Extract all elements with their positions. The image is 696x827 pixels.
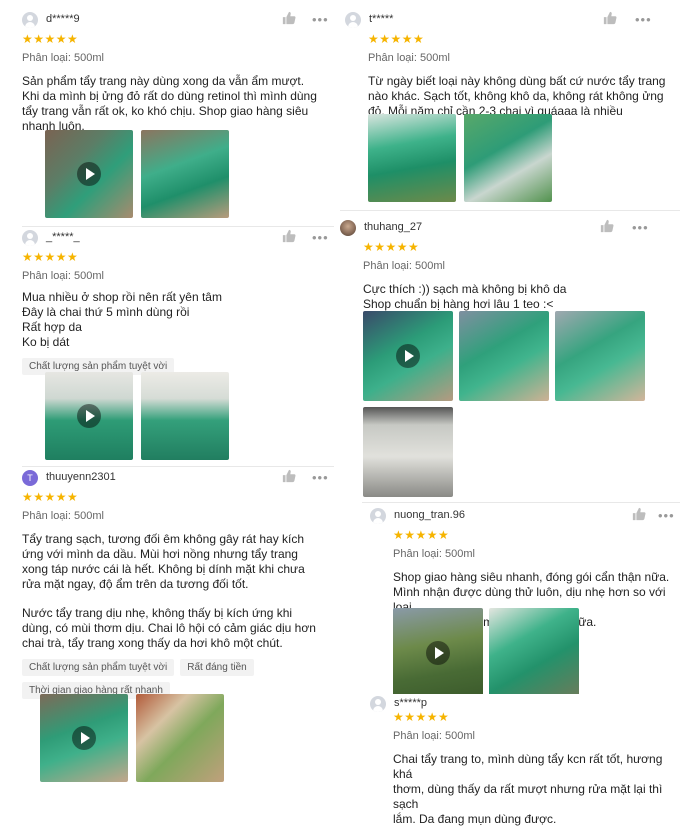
divider (340, 210, 680, 211)
review-video-thumbnail[interactable] (45, 130, 133, 218)
review-header: d*****9 ••• (22, 10, 334, 30)
review-text: Sản phẩm tẩy trang này dùng xong da vẫn … (22, 74, 317, 133)
review-photo[interactable] (555, 311, 645, 401)
review-header: T thuuyenn2301 ••• (22, 468, 334, 488)
play-icon[interactable] (72, 726, 96, 750)
review-card: s*****p ★★★★★ Phân loại: 500ml Chai tẩy … (370, 694, 680, 827)
avatar[interactable] (370, 696, 386, 712)
avatar[interactable] (370, 508, 386, 524)
review-photo[interactable] (363, 407, 453, 497)
review-card: _*****_ ••• ★★★★★ Phân loại: 500ml Mua n… (22, 228, 334, 375)
review-header: thuhang_27 ••• (340, 218, 680, 238)
review-video-thumbnail[interactable] (40, 694, 128, 782)
more-options-icon[interactable]: ••• (312, 470, 329, 485)
review-card: thuhang_27 ••• ★★★★★ Phân loại: 500ml Cự… (340, 218, 680, 312)
review-photo[interactable] (489, 608, 579, 698)
username[interactable]: s*****p (394, 697, 427, 709)
thumb-up-icon[interactable] (603, 11, 617, 25)
variant-label: Phân loại: 500ml (363, 260, 445, 272)
username[interactable]: d*****9 (46, 13, 80, 25)
review-header: t***** ••• (345, 10, 675, 30)
review-video-thumbnail[interactable] (393, 608, 483, 698)
review-card: t***** ••• ★★★★★ Phân loại: 500ml Từ ngà… (345, 10, 675, 119)
play-icon[interactable] (77, 162, 101, 186)
review-text-secondary: Nước tẩy trang dịu nhẹ, không thấy bị kí… (22, 606, 316, 650)
username[interactable]: thuuyenn2301 (46, 471, 116, 483)
play-icon[interactable] (426, 641, 450, 665)
thumb-up-icon[interactable] (282, 229, 296, 243)
review-text: Chai tẩy trang to, mình dùng tẩy kcn rất… (393, 752, 663, 826)
review-tag: Rất đáng tiền (180, 659, 254, 676)
star-rating: ★★★★★ (22, 32, 79, 46)
review-photo[interactable] (136, 694, 224, 782)
username[interactable]: t***** (369, 13, 393, 25)
review-header: nuong_tran.96 ••• (370, 506, 680, 526)
username[interactable]: thuhang_27 (364, 221, 422, 233)
divider (22, 466, 334, 467)
review-photo[interactable] (368, 114, 456, 202)
review-text: Tẩy trang sạch, tương đối êm không gây r… (22, 532, 305, 591)
username[interactable]: _*****_ (46, 231, 80, 243)
variant-label: Phân loại: 500ml (393, 548, 475, 560)
more-options-icon[interactable]: ••• (312, 230, 329, 245)
thumb-up-icon[interactable] (632, 507, 646, 521)
review-card: T thuuyenn2301 ••• ★★★★★ Phân loại: 500m… (22, 468, 334, 699)
divider (362, 502, 680, 503)
avatar[interactable] (340, 220, 356, 236)
variant-label: Phân loại: 500ml (368, 52, 450, 64)
star-rating: ★★★★★ (22, 490, 79, 504)
play-icon[interactable] (396, 344, 420, 368)
thumb-up-icon[interactable] (600, 219, 614, 233)
review-card: d*****9 ••• ★★★★★ Phân loại: 500ml Sản p… (22, 10, 334, 134)
play-icon[interactable] (77, 404, 101, 428)
thumb-up-icon[interactable] (282, 11, 296, 25)
username[interactable]: nuong_tran.96 (394, 509, 465, 521)
more-options-icon[interactable]: ••• (658, 508, 675, 523)
review-text: Từ ngày biết loại này không dùng bất cứ … (368, 74, 666, 118)
avatar[interactable] (22, 12, 38, 28)
review-text: Mua nhiều ở shop rồi nên rất yên tâm Đây… (22, 290, 222, 349)
star-rating: ★★★★★ (393, 528, 450, 542)
review-photo[interactable] (141, 372, 229, 460)
review-photo[interactable] (464, 114, 552, 202)
avatar[interactable] (345, 12, 361, 28)
variant-label: Phân loại: 500ml (22, 52, 104, 64)
star-rating: ★★★★★ (363, 240, 420, 254)
review-header: s*****p (370, 694, 680, 714)
variant-label: Phân loại: 500ml (393, 730, 475, 742)
star-rating: ★★★★★ (22, 250, 79, 264)
review-video-thumbnail[interactable] (45, 372, 133, 460)
review-photo[interactable] (459, 311, 549, 401)
avatar[interactable]: T (22, 470, 38, 486)
review-video-thumbnail[interactable] (363, 311, 453, 401)
avatar[interactable] (22, 230, 38, 246)
variant-label: Phân loại: 500ml (22, 510, 104, 522)
review-tags: Chất lượng sản phẩm tuyệt vời Rất đáng t… (22, 659, 282, 699)
more-options-icon[interactable]: ••• (312, 12, 329, 27)
more-options-icon[interactable]: ••• (632, 220, 649, 235)
star-rating: ★★★★★ (368, 32, 425, 46)
review-header: _*****_ ••• (22, 228, 334, 248)
review-tag: Chất lượng sản phẩm tuyệt vời (22, 659, 175, 676)
thumb-up-icon[interactable] (282, 469, 296, 483)
more-options-icon[interactable]: ••• (635, 12, 652, 27)
divider (22, 226, 334, 227)
variant-label: Phân loại: 500ml (22, 270, 104, 282)
review-text: Cực thích :)) sạch mà không bị khô da Sh… (363, 282, 567, 311)
review-photo[interactable] (141, 130, 229, 218)
